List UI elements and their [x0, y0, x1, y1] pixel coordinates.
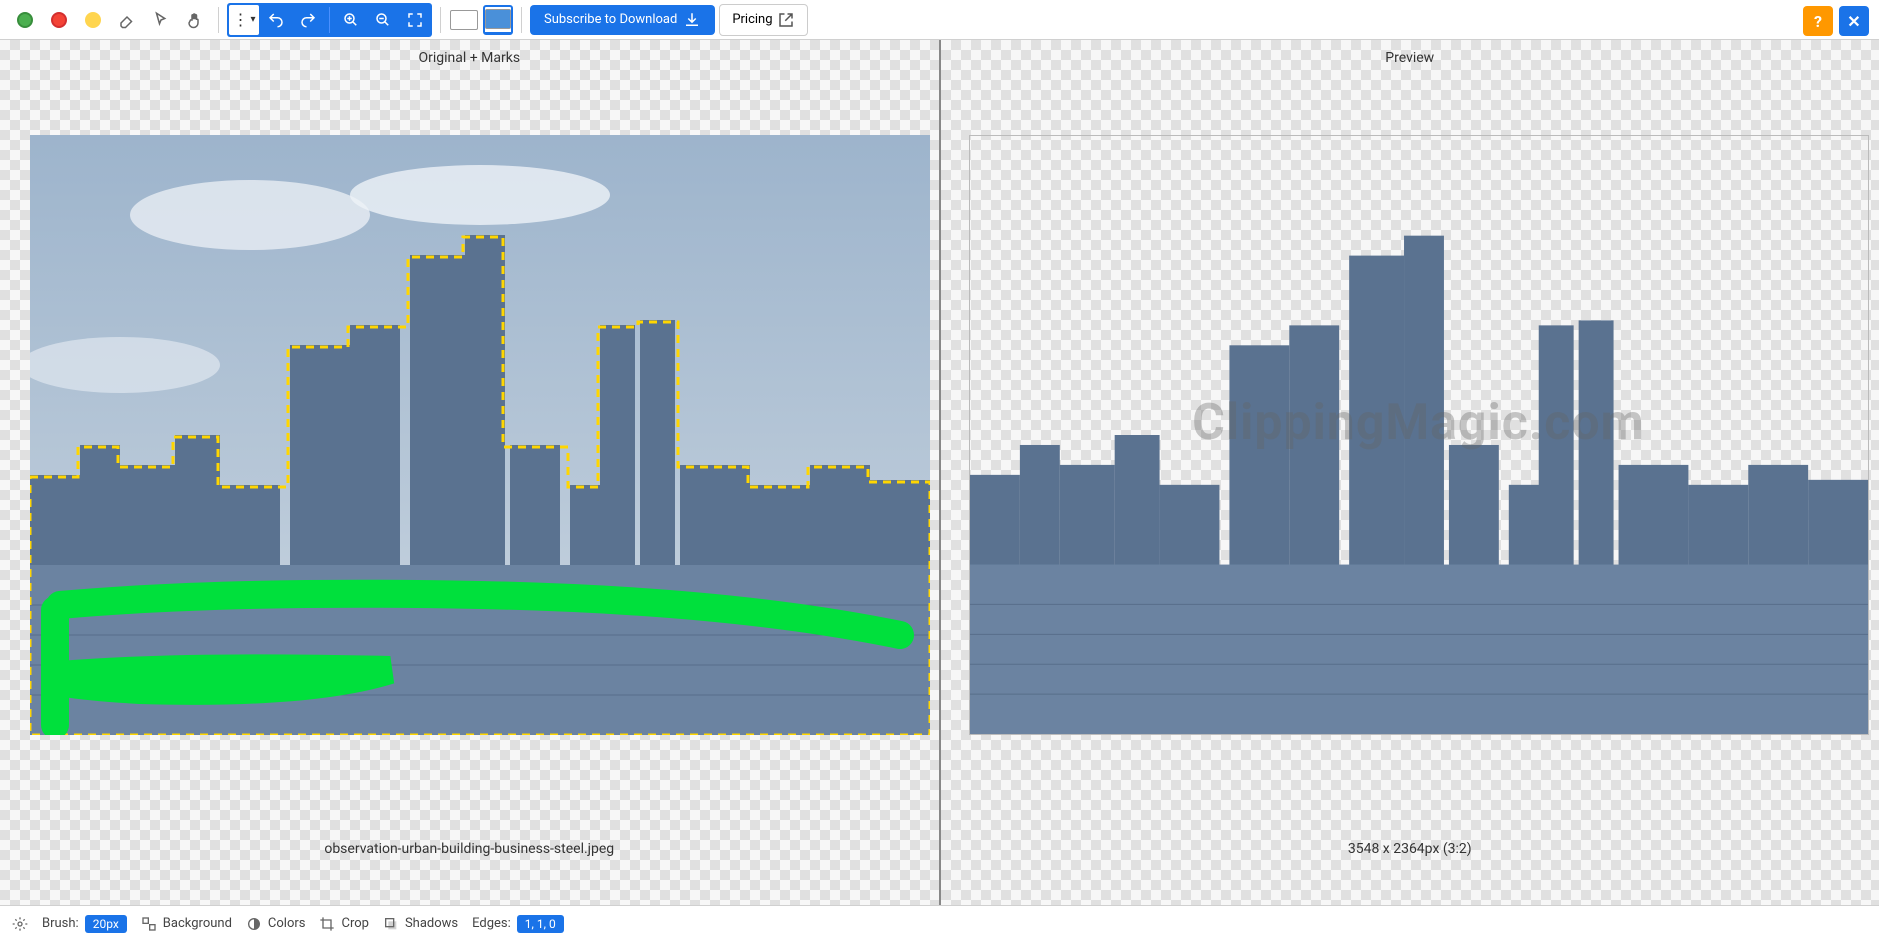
undo-icon	[267, 11, 285, 29]
divider	[218, 7, 219, 33]
fit-icon	[406, 11, 424, 29]
edges-label: Edges:	[472, 916, 511, 931]
dots-icon: ⋮	[232, 10, 248, 29]
remove-brush-button[interactable]	[44, 5, 74, 35]
brush-label: Brush:	[42, 916, 79, 931]
right-panel-title: Preview	[941, 40, 1879, 76]
close-icon: ✕	[1847, 12, 1860, 31]
original-image	[30, 135, 930, 735]
crop-icon	[319, 916, 335, 932]
colors-label: Colors	[268, 916, 306, 931]
pricing-label: Pricing	[732, 12, 772, 27]
city-image	[30, 135, 930, 735]
dimensions-label: 3548 x 2364px (3:2)	[941, 841, 1879, 857]
split-view-button[interactable]	[483, 5, 513, 35]
pointer-icon	[152, 11, 170, 29]
background-label: Background	[163, 916, 232, 931]
hand-icon	[186, 11, 204, 29]
right-canvas[interactable]: Preview	[941, 40, 1879, 905]
bottom-bar: Brush: 20px Background Colors Crop Shado…	[0, 905, 1879, 941]
brush-control[interactable]: Brush: 20px	[42, 915, 127, 933]
main-area: Original + Marks	[0, 40, 1879, 905]
minus-icon	[51, 12, 67, 28]
undo-button[interactable]	[261, 5, 291, 35]
pricing-button[interactable]: Pricing	[719, 4, 807, 36]
pan-button[interactable]	[180, 5, 210, 35]
history-group: ⋮▾	[227, 3, 432, 37]
brush-size-dropdown[interactable]: ⋮▾	[229, 5, 259, 35]
redo-icon	[299, 11, 317, 29]
crop-button[interactable]: Crop	[319, 916, 368, 932]
edges-control[interactable]: Edges: 1, 1, 0	[472, 915, 564, 933]
redo-button[interactable]	[293, 5, 323, 35]
filename-label: observation-urban-building-business-stee…	[0, 841, 939, 857]
divider	[329, 7, 330, 33]
shadows-button[interactable]: Shadows	[383, 916, 458, 932]
brush-value: 20px	[85, 915, 127, 933]
zoom-out-icon	[374, 11, 392, 29]
zoom-in-button[interactable]	[336, 5, 366, 35]
eraser-icon	[118, 11, 136, 29]
colors-button[interactable]: Colors	[246, 916, 306, 932]
settings-button[interactable]	[12, 916, 28, 932]
download-icon	[683, 11, 701, 29]
single-view-icon	[450, 10, 478, 30]
top-toolbar: ⋮▾ Subscribe to Download Pricing	[0, 0, 1879, 40]
background-button[interactable]: Background	[141, 916, 232, 932]
shadows-label: Shadows	[405, 916, 458, 931]
fit-button[interactable]	[400, 5, 430, 35]
split-view-icon	[485, 9, 511, 29]
gear-icon	[12, 916, 28, 932]
subscribe-button[interactable]: Subscribe to Download	[530, 5, 715, 35]
help-button[interactable]: ?	[1803, 6, 1833, 36]
left-canvas[interactable]: Original + Marks	[0, 40, 939, 905]
keep-brush-button[interactable]	[10, 5, 40, 35]
left-panel-title: Original + Marks	[0, 40, 939, 76]
preview-image: ClippingMagic.com	[969, 135, 1869, 735]
plus-icon	[17, 12, 33, 28]
help-icon: ?	[1814, 12, 1822, 31]
external-link-icon	[777, 11, 795, 29]
single-view-button[interactable]	[449, 5, 479, 35]
watermark: ClippingMagic.com	[1192, 394, 1645, 452]
zoom-out-button[interactable]	[368, 5, 398, 35]
shadows-icon	[383, 916, 399, 932]
right-panel: Original Preview	[941, 40, 1879, 905]
crop-label: Crop	[341, 916, 368, 931]
slash-icon	[85, 12, 101, 28]
edges-value: 1, 1, 0	[517, 915, 564, 933]
zoom-in-icon	[342, 11, 360, 29]
background-icon	[141, 916, 157, 932]
subscribe-label: Subscribe to Download	[544, 12, 677, 27]
close-button[interactable]: ✕	[1839, 6, 1869, 36]
left-panel: Original + Marks	[0, 40, 939, 905]
pointer-button[interactable]	[146, 5, 176, 35]
divider	[440, 7, 441, 33]
eraser-button[interactable]	[112, 5, 142, 35]
colors-icon	[246, 916, 262, 932]
hair-brush-button[interactable]	[78, 5, 108, 35]
top-right-controls: ? ✕	[1803, 6, 1869, 36]
divider	[521, 7, 522, 33]
